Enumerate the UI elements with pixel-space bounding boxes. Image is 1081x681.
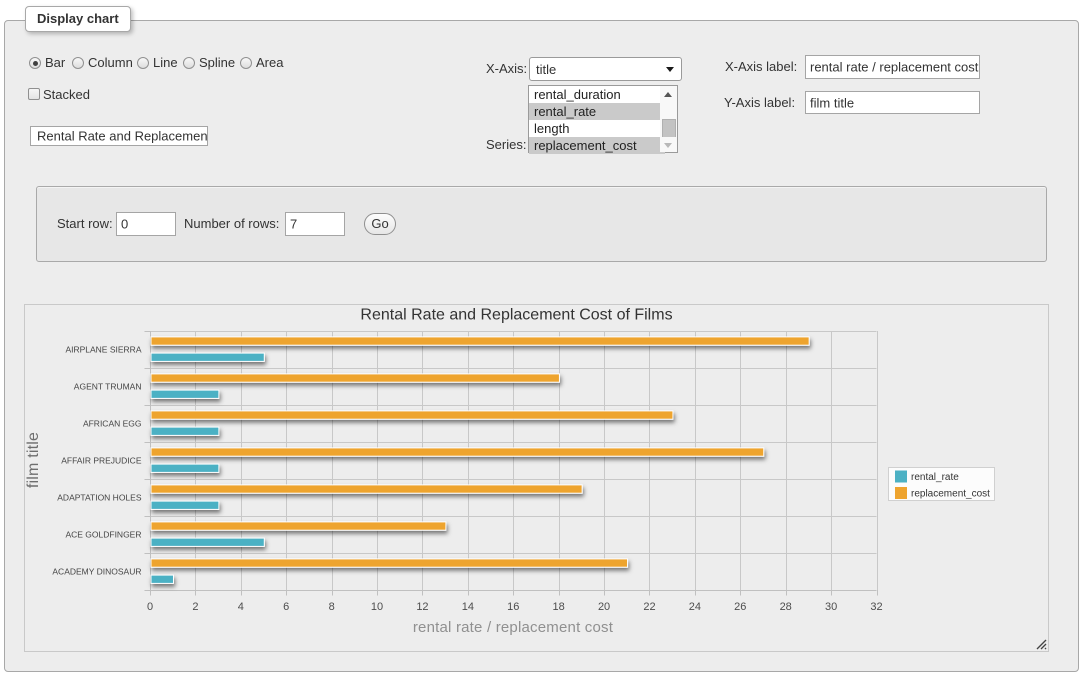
svg-text:ACE GOLDFINGER: ACE GOLDFINGER: [65, 530, 141, 540]
svg-text:18: 18: [553, 601, 565, 613]
svg-text:30: 30: [825, 601, 837, 613]
svg-text:4: 4: [238, 601, 244, 613]
svg-text:rental_rate: rental_rate: [911, 472, 959, 483]
svg-text:22: 22: [643, 601, 655, 613]
svg-text:2: 2: [192, 601, 198, 613]
svg-text:film title: film title: [25, 432, 42, 488]
svg-text:replacement_cost: replacement_cost: [911, 489, 990, 500]
svg-text:20: 20: [598, 601, 610, 613]
svg-text:rental rate / replacement cost: rental rate / replacement cost: [413, 619, 614, 636]
svg-text:32: 32: [870, 601, 882, 613]
svg-text:6: 6: [283, 601, 289, 613]
svg-text:26: 26: [734, 601, 746, 613]
svg-text:24: 24: [689, 601, 701, 613]
svg-text:14: 14: [462, 601, 474, 613]
svg-text:AIRPLANE SIERRA: AIRPLANE SIERRA: [65, 345, 141, 355]
svg-text:ADAPTATION HOLES: ADAPTATION HOLES: [57, 493, 142, 503]
svg-text:AFFAIR PREJUDICE: AFFAIR PREJUDICE: [61, 456, 142, 466]
svg-text:28: 28: [780, 601, 792, 613]
svg-text:Rental Rate and Replacement Co: Rental Rate and Replacement Cost of Film…: [360, 307, 672, 324]
svg-text:0: 0: [147, 601, 153, 613]
svg-text:10: 10: [371, 601, 383, 613]
svg-text:ACADEMY DINOSAUR: ACADEMY DINOSAUR: [52, 567, 141, 577]
svg-text:8: 8: [329, 601, 335, 613]
svg-text:AGENT TRUMAN: AGENT TRUMAN: [74, 382, 142, 392]
svg-text:16: 16: [507, 601, 519, 613]
svg-text:AFRICAN EGG: AFRICAN EGG: [83, 419, 142, 429]
svg-text:12: 12: [416, 601, 428, 613]
